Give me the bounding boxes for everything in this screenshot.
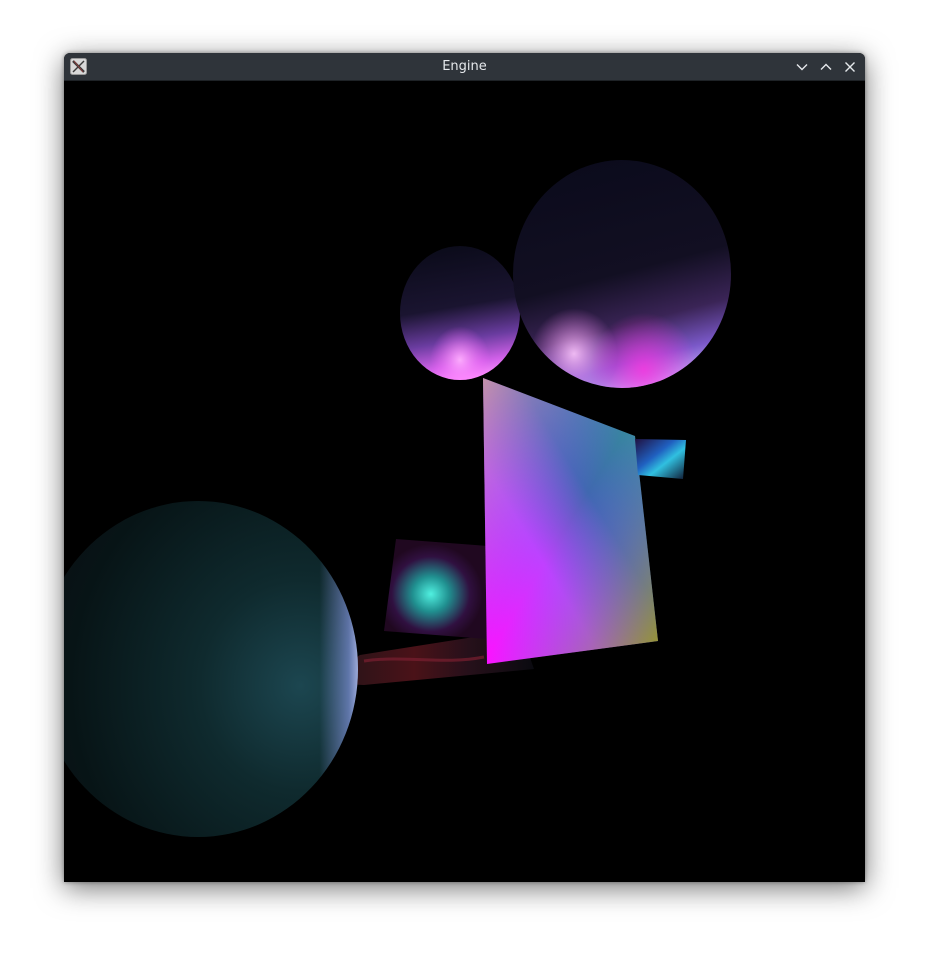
scene-canvas [64,160,731,837]
close-button[interactable] [841,58,859,76]
minimize-button[interactable] [793,58,811,76]
purple-sphere-small [400,246,520,380]
titlebar[interactable]: Engine [64,53,865,81]
window-title: Engine [442,59,487,74]
chevron-down-icon [796,64,808,71]
cyan-textured-quad [384,539,488,639]
purple-sphere-large [513,160,731,388]
gradient-quad [483,378,658,664]
chevron-up-icon [820,63,832,70]
render-viewport[interactable] [64,81,865,882]
close-icon [845,62,855,72]
maximize-button[interactable] [817,58,835,76]
large-teal-sphere [64,501,358,837]
engine-window: Engine [64,53,865,882]
small-blue-textured-quad [635,439,686,479]
